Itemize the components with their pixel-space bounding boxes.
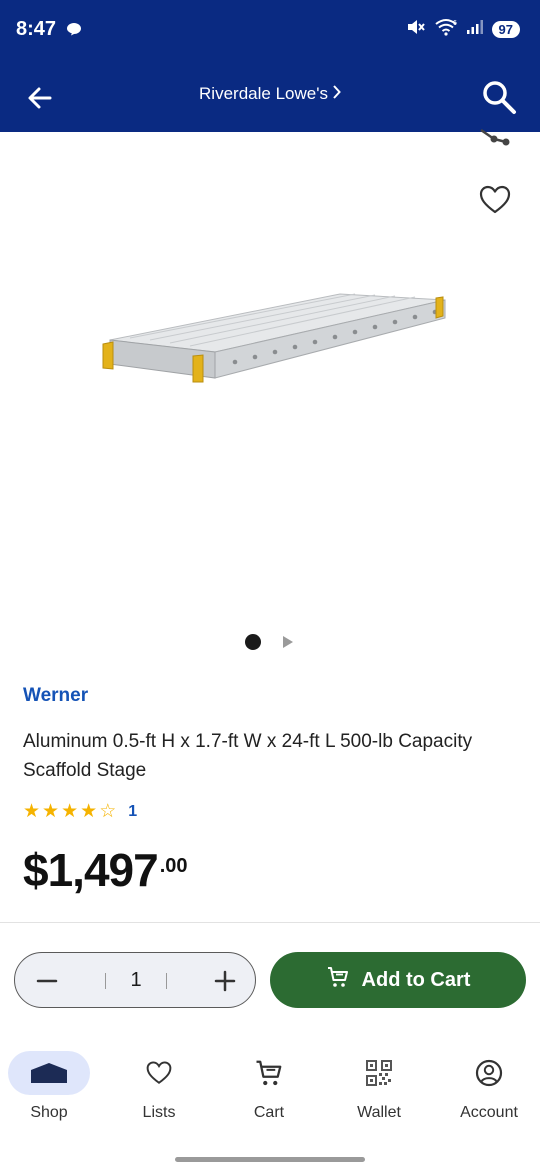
app-header: Riverdale Lowe's (0, 62, 540, 132)
share-button[interactable] (476, 128, 512, 154)
account-icon (475, 1059, 503, 1087)
product-image (100, 292, 450, 392)
home-indicator[interactable] (175, 1157, 365, 1162)
divider (0, 922, 540, 923)
search-button[interactable] (480, 78, 518, 116)
store-name: Riverdale Lowe's (199, 84, 328, 103)
cart-icon (256, 1060, 282, 1086)
star-filled-icon: ★ (80, 801, 98, 822)
carousel-indicators (0, 634, 540, 650)
carousel-dot-active[interactable] (245, 634, 261, 650)
star-filled-icon: ★ (61, 801, 79, 822)
quantity-stepper[interactable]: 1 (14, 952, 256, 1008)
status-bar: 8:47 6 97 (0, 0, 540, 62)
nav-label: Shop (30, 1104, 68, 1121)
mute-icon (406, 18, 426, 41)
star-filled-icon: ★ (42, 801, 60, 822)
bottom-navigation: Shop Lists Cart Wallet Account (0, 1048, 540, 1138)
store-selector[interactable]: Riverdale Lowe's (0, 84, 540, 104)
nav-label: Cart (253, 1104, 285, 1121)
price-cents: .00 (159, 855, 188, 877)
minus-icon (36, 979, 58, 983)
add-to-cart-button[interactable]: Add to Cart (270, 952, 526, 1008)
add-to-cart-label: Add to Cart (361, 968, 471, 991)
nav-label: Wallet (357, 1104, 401, 1121)
svg-text:6: 6 (453, 20, 457, 27)
nav-item-cart[interactable]: Cart (219, 1048, 319, 1122)
battery-indicator: 97 (491, 21, 520, 38)
search-icon (483, 81, 516, 114)
video-play-icon[interactable] (282, 635, 294, 654)
divider (105, 973, 106, 989)
heart-icon (146, 1061, 172, 1084)
nav-item-account[interactable]: Account (439, 1048, 539, 1122)
divider (166, 973, 167, 989)
status-icons: 6 97 (406, 18, 520, 41)
wifi-icon: 6 (434, 18, 458, 41)
status-time: 8:47 (16, 18, 57, 40)
nav-label: Account (460, 1104, 518, 1121)
heart-icon (479, 185, 511, 214)
product-title: Aluminum 0.5-ft H x 1.7-ft W x 24-ft L 5… (23, 731, 473, 781)
qr-icon (366, 1060, 392, 1086)
chat-bubble-icon (66, 22, 82, 41)
cell-signal-icon (466, 19, 484, 40)
increase-quantity-button[interactable] (211, 967, 239, 995)
shop-icon (8, 1051, 90, 1095)
nav-label: Lists (142, 1104, 176, 1121)
chevron-right-icon (332, 84, 341, 104)
plus-icon (214, 970, 236, 992)
rating[interactable]: ★ ★ ★ ★ ☆ 1 (23, 802, 137, 822)
price: $1,497 .00 (23, 843, 188, 897)
star-filled-icon: ★ (23, 801, 41, 822)
review-count[interactable]: 1 (128, 803, 137, 821)
decrease-quantity-button[interactable] (33, 967, 61, 995)
share-icon (480, 128, 510, 146)
nav-item-shop[interactable]: Shop (0, 1048, 99, 1122)
nav-item-wallet[interactable]: Wallet (329, 1048, 429, 1122)
brand-link[interactable]: Werner (23, 685, 88, 707)
price-dollars: $1,497 (23, 844, 159, 896)
product-image-gallery[interactable] (0, 128, 540, 622)
cart-icon (326, 965, 350, 995)
favorite-button[interactable] (478, 184, 512, 216)
star-empty-icon: ☆ (99, 801, 117, 822)
nav-item-lists[interactable]: Lists (109, 1048, 209, 1122)
quantity-value[interactable]: 1 (107, 969, 165, 992)
